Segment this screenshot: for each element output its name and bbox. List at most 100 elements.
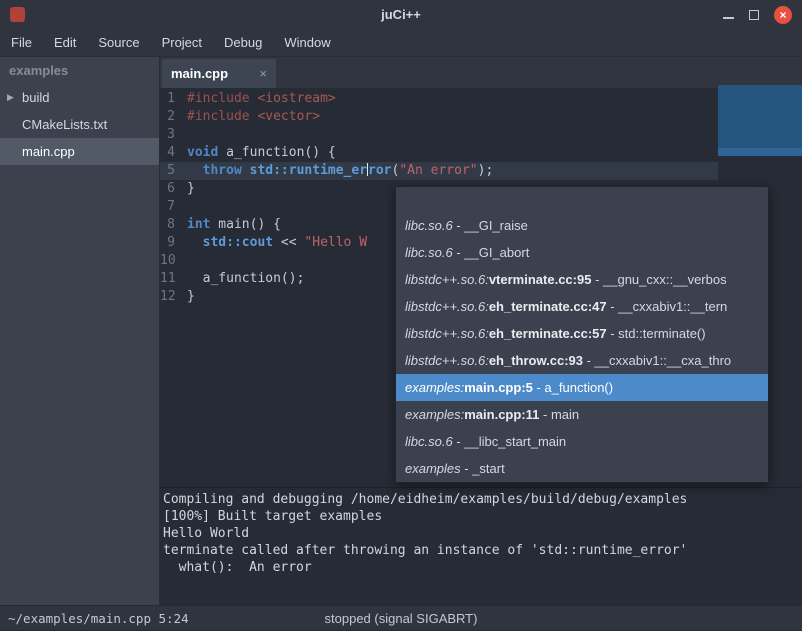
tabbar: main.cpp ×	[160, 57, 802, 88]
code-text: a_function();	[184, 270, 304, 288]
stack-frame-row-1[interactable]: libc.so.6 - __GI_raise	[396, 212, 768, 239]
line-number: 4	[160, 144, 184, 162]
frame-text: libc.so.6	[405, 245, 453, 260]
code-token: main() {	[210, 217, 280, 232]
frame-text: - std::terminate()	[607, 326, 706, 341]
menu-project[interactable]: Project	[151, 30, 213, 56]
menu-debug[interactable]: Debug	[213, 30, 273, 56]
code-text: #include <iostream>	[184, 90, 336, 108]
code-token: "An error"	[399, 163, 477, 178]
close-button[interactable]: ×	[774, 6, 792, 24]
frame-text: eh_throw.cc:93	[489, 353, 583, 368]
line-number: 5	[160, 162, 184, 180]
code-token: }	[187, 181, 195, 196]
frame-text: examples:	[405, 380, 464, 395]
code-line-4[interactable]: 4void a_function() {	[160, 144, 802, 162]
code-token: }	[187, 289, 195, 304]
status-debug-state: stopped (signal SIGABRT)	[0, 606, 802, 631]
tree-item-cmakelists-txt[interactable]: CMakeLists.txt	[0, 111, 159, 138]
code-token: "Hello W	[304, 235, 367, 250]
stack-frame-row-3[interactable]: libstdc++.so.6:vterminate.cc:95 - __gnu_…	[396, 266, 768, 293]
titlebar[interactable]: juCi++ ×	[0, 0, 802, 30]
line-number: 7	[160, 198, 184, 216]
line-number: 8	[160, 216, 184, 234]
minimize-button[interactable]	[723, 17, 734, 19]
code-text: }	[184, 288, 195, 306]
frame-text: libstdc++.so.6:	[405, 299, 489, 314]
code-token: ror	[368, 163, 391, 178]
window-controls: ×	[723, 0, 792, 30]
stack-frame-row-4[interactable]: libstdc++.so.6:eh_terminate.cc:47 - __cx…	[396, 293, 768, 320]
code-line-5[interactable]: 5 throw std::runtime_error("An error");	[160, 162, 718, 180]
console-line-2: [100%] Built target examples	[163, 508, 802, 525]
frame-text: - __cxxabiv1::__tern	[607, 299, 728, 314]
code-token: a_function() {	[218, 145, 335, 160]
code-token: #include	[187, 91, 257, 106]
maximize-button[interactable]	[749, 10, 759, 20]
frame-text: libstdc++.so.6:	[405, 272, 489, 287]
stack-frame-row-6[interactable]: libstdc++.so.6:eh_throw.cc:93 - __cxxabi…	[396, 347, 768, 374]
stack-frame-row-5[interactable]: libstdc++.so.6:eh_terminate.cc:57 - std:…	[396, 320, 768, 347]
code-line-2[interactable]: 2#include <vector>	[160, 108, 802, 126]
console-output[interactable]: Compiling and debugging /home/eidheim/ex…	[160, 487, 802, 605]
code-token: <vector>	[257, 109, 320, 124]
frame-text: libstdc++.so.6:	[405, 326, 489, 341]
console-line-3: Hello World	[163, 525, 802, 542]
stack-frame-row-9[interactable]: libc.so.6 - __libc_start_main	[396, 428, 768, 455]
stack-frame-row-7[interactable]: examples:main.cpp:5 - a_function()	[396, 374, 768, 401]
stack-frame-row-2[interactable]: libc.so.6 - __GI_abort	[396, 239, 768, 266]
code-token: <<	[273, 235, 304, 250]
frame-text: main.cpp:5	[464, 380, 533, 395]
menu-source[interactable]: Source	[87, 30, 150, 56]
tree-item-label: main.cpp	[22, 144, 75, 159]
code-token: a_function();	[187, 271, 304, 286]
code-token: #include	[187, 109, 257, 124]
line-number: 6	[160, 180, 184, 198]
tab-main-cpp[interactable]: main.cpp ×	[162, 59, 276, 88]
frame-text: eh_terminate.cc:47	[489, 299, 607, 314]
console-line-4: terminate called after throwing an insta…	[163, 542, 802, 559]
tab-close-icon[interactable]: ×	[259, 66, 267, 81]
stack-frame-popup[interactable]: libc.so.6 - __GI_raiselibc.so.6 - __GI_a…	[395, 186, 769, 483]
code-token: std::cout	[203, 235, 273, 250]
code-line-1[interactable]: 1#include <iostream>	[160, 90, 802, 108]
code-text: int main() {	[184, 216, 281, 234]
frame-text: eh_terminate.cc:57	[489, 326, 607, 341]
code-text: std::cout << "Hello W	[184, 234, 367, 252]
code-token: );	[478, 163, 494, 178]
code-text: void a_function() {	[184, 144, 336, 162]
project-header: examples	[0, 57, 159, 84]
frame-text: vterminate.cc:95	[489, 272, 592, 287]
frame-text: - __gnu_cxx::__verbos	[591, 272, 726, 287]
code-token	[187, 235, 203, 250]
line-number: 3	[160, 126, 184, 144]
code-text: #include <vector>	[184, 108, 320, 126]
code-token: int	[187, 217, 210, 232]
frame-text: - __GI_raise	[453, 218, 528, 233]
stack-frame-list: libc.so.6 - __GI_raiselibc.so.6 - __GI_a…	[396, 212, 768, 482]
window-title: juCi++	[0, 0, 802, 30]
code-token: void	[187, 145, 218, 160]
line-number: 12	[160, 288, 184, 306]
console-line-5: what(): An error	[163, 559, 802, 576]
frame-text: libstdc++.so.6:	[405, 353, 489, 368]
code-text: throw std::runtime_error("An error");	[184, 162, 493, 180]
stack-frame-row-10[interactable]: examples - _start	[396, 455, 768, 482]
menu-window[interactable]: Window	[273, 30, 341, 56]
console-line-1: Compiling and debugging /home/eidheim/ex…	[163, 491, 802, 508]
tree-item-main-cpp[interactable]: main.cpp	[0, 138, 159, 165]
sidebar-tree: ▶buildCMakeLists.txt main.cpp	[0, 84, 159, 165]
chevron-right-icon: ▶	[7, 84, 14, 111]
window: { "window": { "title": "juCi++" }, "icon…	[0, 0, 802, 630]
code-token: std::runtime_er	[250, 163, 367, 178]
frame-text: - a_function()	[533, 380, 613, 395]
stack-frame-row-8[interactable]: examples:main.cpp:11 - main	[396, 401, 768, 428]
tree-item-build[interactable]: ▶build	[0, 84, 159, 111]
menu-file[interactable]: File	[0, 30, 43, 56]
line-number: 11	[160, 270, 184, 288]
frame-text: - _start	[461, 461, 505, 476]
code-line-3[interactable]: 3	[160, 126, 802, 144]
code-token: throw	[203, 163, 242, 178]
menu-edit[interactable]: Edit	[43, 30, 87, 56]
frame-text: libc.so.6	[405, 218, 453, 233]
